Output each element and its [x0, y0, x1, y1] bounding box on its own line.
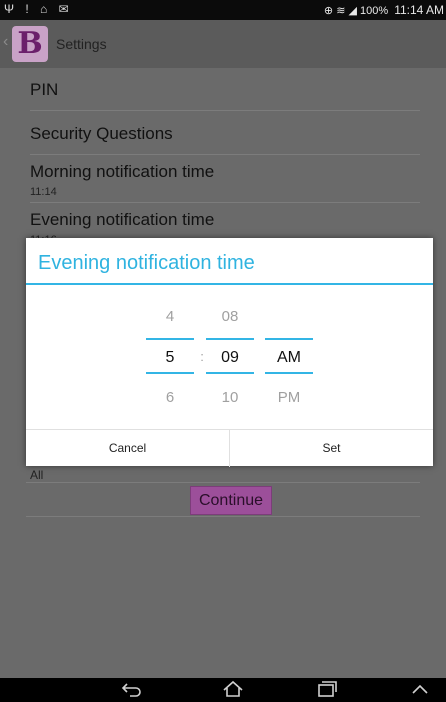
hour-divider-bottom: [146, 372, 194, 374]
ampm-divider-bottom: [265, 372, 313, 374]
settings-item-morning-time[interactable]: Morning notification time 11:14: [30, 162, 420, 203]
hour-below[interactable]: 6: [146, 389, 194, 406]
settings-item-security-questions[interactable]: Security Questions: [30, 124, 420, 155]
divider: [26, 482, 420, 483]
set-button[interactable]: Set: [230, 430, 433, 467]
settings-item-subtitle: 11:14: [30, 186, 57, 198]
recents-icon[interactable]: [307, 680, 347, 702]
up-caret-icon[interactable]: ‹: [3, 33, 8, 51]
status-icons: ⊕ ≋ ◢ 100%: [323, 5, 389, 17]
settings-item-title: Security Questions: [30, 124, 173, 143]
settings-item-pin[interactable]: PIN: [30, 80, 420, 111]
divider: [26, 516, 420, 517]
settings-item-title: Evening notification time: [30, 210, 215, 229]
home-icon[interactable]: [213, 680, 253, 702]
minute-below[interactable]: 10: [206, 389, 254, 406]
dialog-button-row: Cancel Set: [26, 429, 433, 467]
status-left-icons: Ψ ! ⌂ ✉: [4, 2, 73, 16]
page-title: Settings: [56, 36, 107, 52]
minute-divider-bottom: [206, 372, 254, 374]
ampm-divider-top: [265, 338, 313, 340]
hour-divider-top: [146, 338, 194, 340]
hour-selected[interactable]: 5: [146, 349, 194, 367]
app-logo[interactable]: B: [12, 26, 48, 62]
ampm-selected[interactable]: AM: [265, 349, 313, 367]
action-bar: ‹ B Settings: [0, 20, 446, 68]
minute-selected[interactable]: 09: [206, 349, 254, 367]
chevron-up-icon[interactable]: [400, 680, 440, 702]
hidden-row-label: All: [30, 468, 44, 482]
status-right-icons: ⊕ ≋ ◢ 100% 11:14 AM: [324, 3, 444, 17]
dialog-title: Evening notification time: [38, 252, 255, 274]
dialog-title-divider: [26, 283, 433, 285]
status-time: 11:14 AM: [394, 3, 444, 17]
ampm-below[interactable]: PM: [265, 389, 313, 406]
nav-bar: [0, 678, 446, 702]
status-bar: Ψ ! ⌂ ✉ ⊕ ≋ ◢ 100% 11:14 AM: [0, 0, 446, 20]
continue-button[interactable]: Continue: [190, 486, 272, 515]
settings-item-title: PIN: [30, 80, 59, 99]
cancel-button[interactable]: Cancel: [26, 430, 229, 467]
minute-divider-top: [206, 338, 254, 340]
hour-above[interactable]: 4: [146, 308, 194, 325]
settings-item-title: Morning notification time: [30, 162, 215, 181]
minute-above[interactable]: 08: [206, 308, 254, 325]
back-icon[interactable]: [112, 680, 152, 702]
time-picker-dialog: Evening notification time 4 5 6 : 08 09 …: [26, 238, 433, 467]
